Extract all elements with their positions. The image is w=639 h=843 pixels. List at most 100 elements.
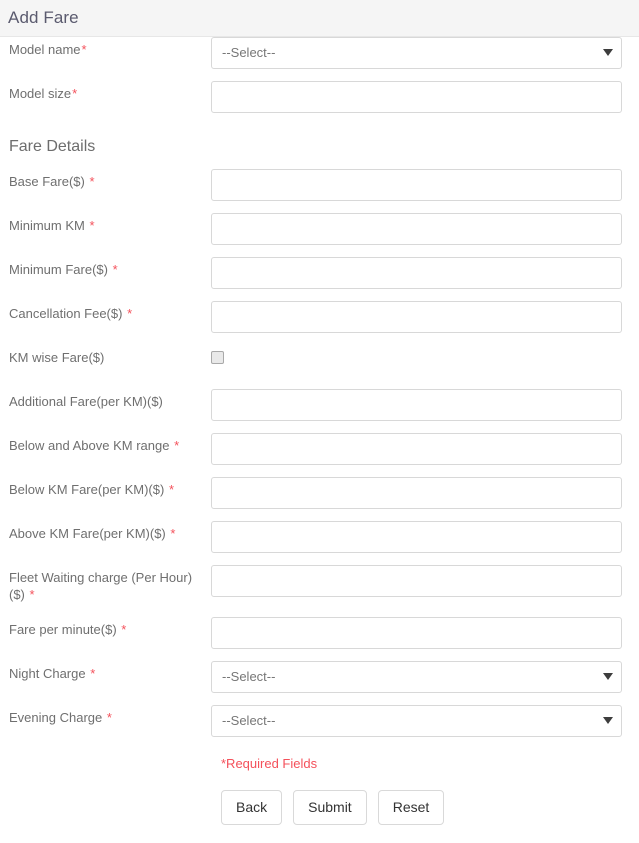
model-name-select[interactable]: --Select-- (211, 37, 622, 69)
field-minimum-km (211, 213, 639, 245)
label-above-km-fare: Above KM Fare(per KM)($) * (0, 521, 211, 542)
form-row-below-above-km-range: Below and Above KM range * (0, 433, 639, 477)
submit-button[interactable]: Submit (293, 790, 367, 825)
label-minimum-km: Minimum KM * (0, 213, 211, 234)
field-model-name: --Select-- (211, 37, 639, 69)
form-row-minimum-km: Minimum KM * (0, 213, 639, 257)
required-asterisk: * (90, 666, 96, 681)
evening-charge-select[interactable]: --Select-- (211, 705, 622, 737)
required-asterisk: * (81, 42, 87, 57)
label-additional-fare-text: Additional Fare(per KM)($) (9, 394, 163, 409)
minimum-km-input[interactable] (211, 213, 622, 245)
below-km-fare-input[interactable] (211, 477, 622, 509)
required-asterisk: * (72, 86, 78, 101)
field-minimum-fare (211, 257, 639, 289)
above-km-fare-input[interactable] (211, 521, 622, 553)
form-row-fare-per-minute: Fare per minute($) * (0, 617, 639, 661)
required-asterisk: * (174, 438, 180, 453)
form-row-above-km-fare: Above KM Fare(per KM)($) * (0, 521, 639, 565)
form-actions: Back Submit Reset (0, 777, 639, 825)
label-below-km-fare: Below KM Fare(per KM)($) * (0, 477, 211, 498)
label-fare-per-minute: Fare per minute($) * (0, 617, 211, 638)
label-night-charge: Night Charge * (0, 661, 211, 682)
additional-fare-input[interactable] (211, 389, 622, 421)
label-model-name-text: Model name (9, 42, 81, 57)
label-model-name: Model name* (0, 37, 211, 58)
below-above-km-range-input[interactable] (211, 433, 622, 465)
field-night-charge: --Select-- (211, 661, 639, 693)
label-km-wise-fare: KM wise Fare($) (0, 345, 211, 366)
model-name-select-wrap[interactable]: --Select-- (211, 37, 622, 69)
required-asterisk: * (29, 587, 35, 602)
section-heading-fare-details: Fare Details (0, 125, 639, 169)
form-row-cancellation-fee: Cancellation Fee($) * (0, 301, 639, 345)
base-fare-input[interactable] (211, 169, 622, 201)
field-below-above-km-range (211, 433, 639, 465)
field-cancellation-fee (211, 301, 639, 333)
field-below-km-fare (211, 477, 639, 509)
fleet-waiting-charge-input[interactable] (211, 565, 622, 597)
back-button[interactable]: Back (221, 790, 283, 825)
label-night-charge-text: Night Charge (9, 666, 86, 681)
required-asterisk: * (89, 174, 95, 189)
required-asterisk: * (170, 526, 176, 541)
add-fare-form: Model name* --Select-- Model size* Fare … (0, 37, 639, 825)
form-row-base-fare: Base Fare($) * (0, 169, 639, 213)
fare-per-minute-input[interactable] (211, 617, 622, 649)
page-header: Add Fare (0, 0, 639, 37)
km-wise-fare-checkbox[interactable] (211, 351, 224, 364)
minimum-fare-input[interactable] (211, 257, 622, 289)
form-row-model-name: Model name* --Select-- (0, 37, 639, 81)
form-row-fleet-waiting-charge: Fleet Waiting charge (Per Hour) ($) * (0, 565, 639, 617)
required-asterisk: * (112, 262, 118, 277)
label-above-km-fare-text: Above KM Fare(per KM)($) (9, 526, 166, 541)
form-row-night-charge: Night Charge * --Select-- (0, 661, 639, 705)
label-cancellation-fee: Cancellation Fee($) * (0, 301, 211, 322)
label-below-above-km-range: Below and Above KM range * (0, 433, 211, 454)
label-below-above-km-range-text: Below and Above KM range (9, 438, 170, 453)
field-model-size (211, 81, 639, 113)
field-above-km-fare (211, 521, 639, 553)
label-below-km-fare-text: Below KM Fare(per KM)($) (9, 482, 165, 497)
form-row-km-wise-fare: KM wise Fare($) (0, 345, 639, 389)
required-asterisk: * (168, 482, 174, 497)
label-additional-fare: Additional Fare(per KM)($) (0, 389, 211, 410)
label-evening-charge-text: Evening Charge (9, 710, 103, 725)
form-row-below-km-fare: Below KM Fare(per KM)($) * (0, 477, 639, 521)
label-model-size: Model size* (0, 81, 211, 102)
reset-button[interactable]: Reset (377, 790, 445, 825)
evening-charge-select-wrap[interactable]: --Select-- (211, 705, 622, 737)
page-title: Add Fare (8, 8, 79, 27)
cancellation-fee-input[interactable] (211, 301, 622, 333)
field-km-wise-fare (211, 345, 639, 364)
label-base-fare-text: Base Fare($) (9, 174, 85, 189)
model-size-input[interactable] (211, 81, 622, 113)
button-group: Back Submit Reset (211, 790, 445, 825)
field-evening-charge: --Select-- (211, 705, 639, 737)
label-cancellation-fee-text: Cancellation Fee($) (9, 306, 123, 321)
night-charge-select[interactable]: --Select-- (211, 661, 622, 693)
required-asterisk: * (106, 710, 112, 725)
label-minimum-km-text: Minimum KM (9, 218, 85, 233)
field-fleet-waiting-charge (211, 565, 639, 597)
required-fields-note: *Required Fields (221, 755, 318, 771)
night-charge-select-wrap[interactable]: --Select-- (211, 661, 622, 693)
label-minimum-fare-text: Minimum Fare($) (9, 262, 108, 277)
required-fields-note-row: *Required Fields (0, 749, 639, 777)
form-row-minimum-fare: Minimum Fare($) * (0, 257, 639, 301)
required-asterisk: * (127, 306, 133, 321)
form-row-model-size: Model size* (0, 81, 639, 125)
label-base-fare: Base Fare($) * (0, 169, 211, 190)
label-fleet-waiting-charge-text: Fleet Waiting charge (Per Hour) ($) (9, 570, 193, 602)
label-model-size-text: Model size (9, 86, 72, 101)
field-base-fare (211, 169, 639, 201)
form-row-evening-charge: Evening Charge * --Select-- (0, 705, 639, 749)
required-asterisk: * (121, 622, 127, 637)
section-heading-text: Fare Details (9, 138, 96, 155)
required-asterisk: * (89, 218, 95, 233)
label-fare-per-minute-text: Fare per minute($) (9, 622, 117, 637)
label-km-wise-fare-text: KM wise Fare($) (9, 350, 105, 365)
field-additional-fare (211, 389, 639, 421)
label-fleet-waiting-charge: Fleet Waiting charge (Per Hour) ($) * (0, 565, 211, 603)
